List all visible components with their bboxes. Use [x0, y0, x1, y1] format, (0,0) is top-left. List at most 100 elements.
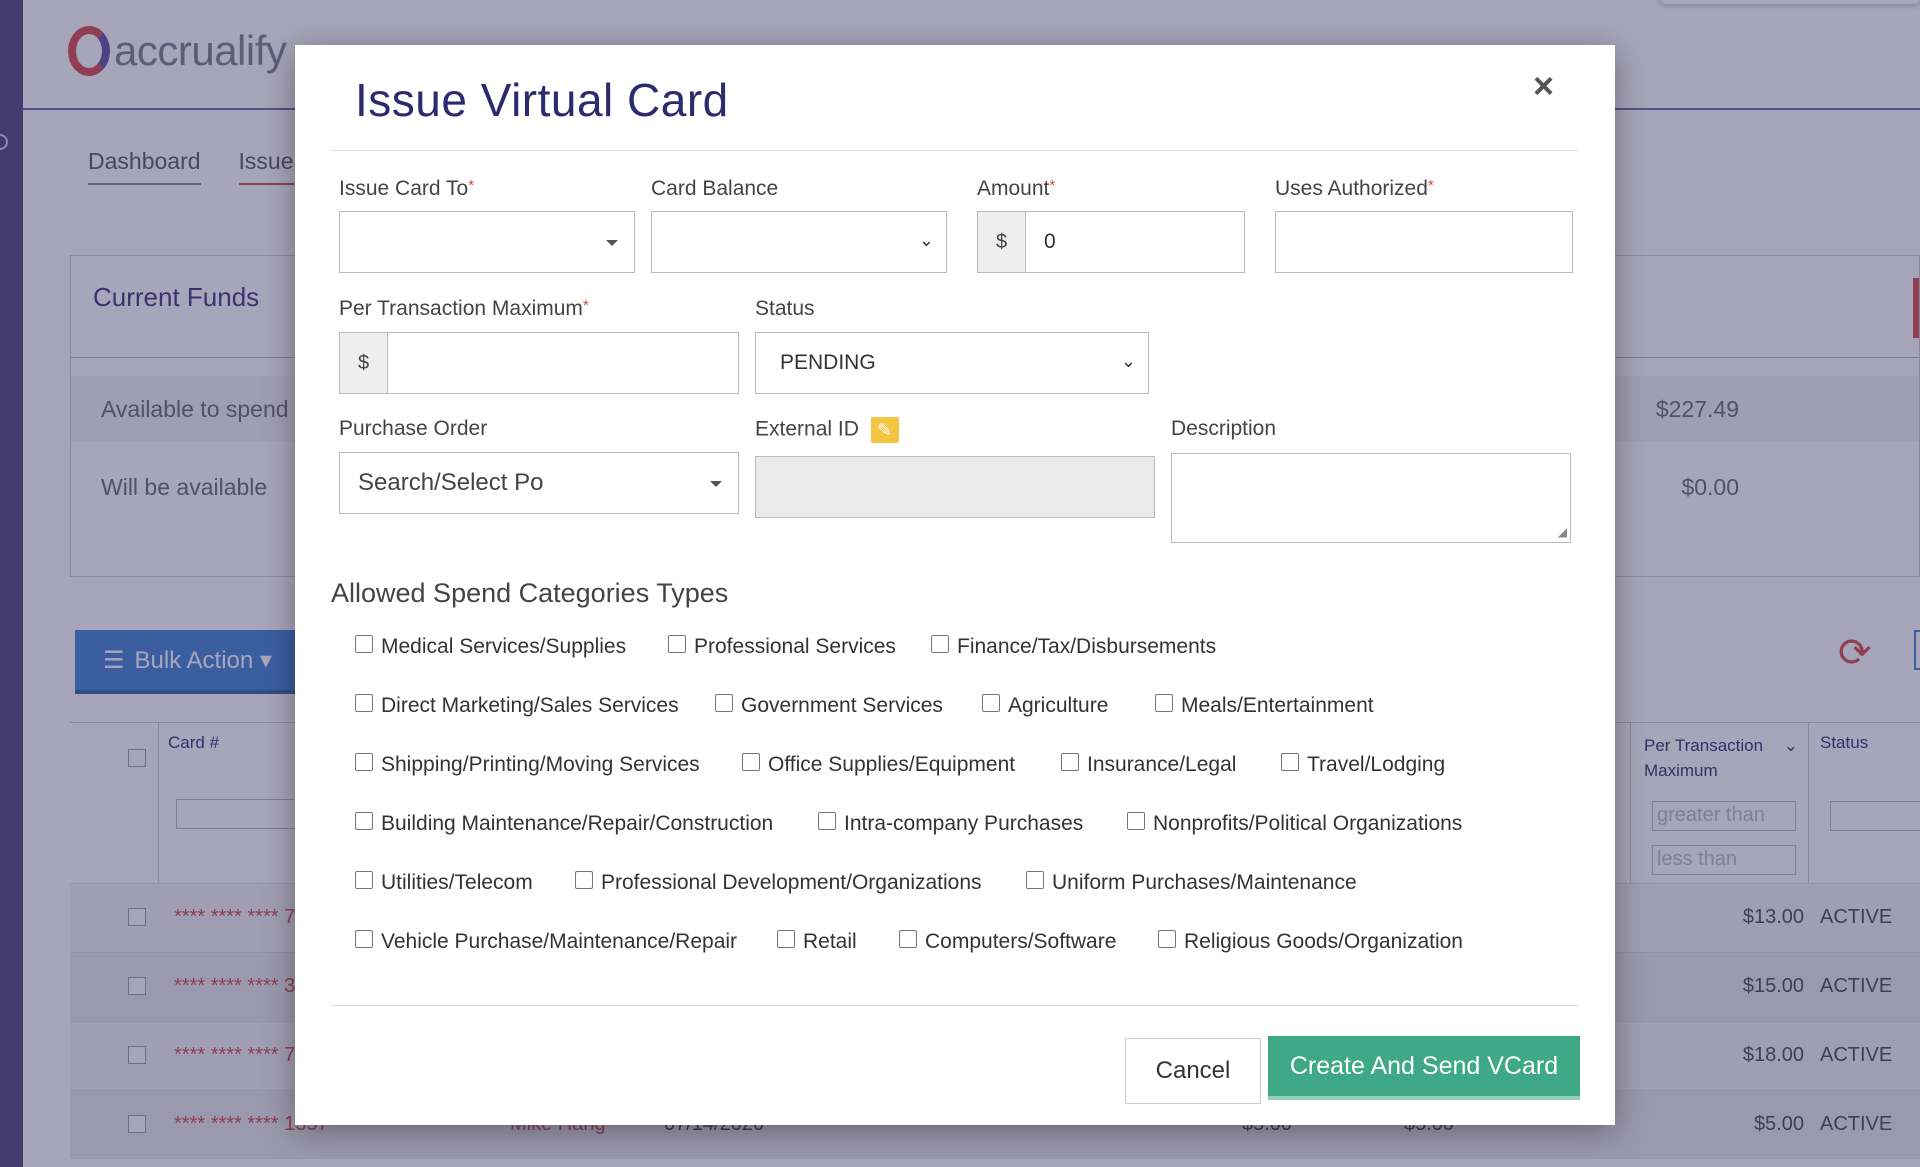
- category-label: Utilities/Telecom: [381, 871, 533, 894]
- checkbox[interactable]: [355, 753, 373, 771]
- categories-title: Allowed Spend Categories Types: [331, 578, 729, 608]
- category-direct-marketing[interactable]: Direct Marketing/Sales Services: [355, 694, 679, 718]
- checkbox[interactable]: [899, 930, 917, 948]
- description-label: Description: [1171, 417, 1277, 440]
- category-nonprofits[interactable]: Nonprofits/Political Organizations: [1127, 812, 1462, 836]
- category-meals[interactable]: Meals/Entertainment: [1155, 694, 1374, 718]
- purchase-order-placeholder: Search/Select Po: [358, 469, 544, 496]
- label-text: Uses Authorized: [1275, 177, 1428, 200]
- label-text: Issue Card To: [339, 177, 469, 200]
- checkbox[interactable]: [931, 635, 949, 653]
- resize-handle-icon[interactable]: ◢: [1558, 525, 1567, 539]
- category-religious[interactable]: Religious Goods/Organization: [1158, 930, 1463, 954]
- category-label: Computers/Software: [925, 930, 1117, 953]
- checkbox[interactable]: [355, 694, 373, 712]
- category-label: Office Supplies/Equipment: [768, 753, 1016, 776]
- checkbox[interactable]: [355, 930, 373, 948]
- category-label: Meals/Entertainment: [1181, 694, 1374, 717]
- category-label: Intra-company Purchases: [844, 812, 1084, 835]
- checkbox[interactable]: [982, 694, 1000, 712]
- uses-authorized-label: Uses Authorized*: [1275, 177, 1434, 201]
- category-label: Direct Marketing/Sales Services: [381, 694, 679, 717]
- checkbox[interactable]: [818, 812, 836, 830]
- category-professional-development[interactable]: Professional Development/Organizations: [575, 871, 982, 895]
- uses-authorized-input[interactable]: [1275, 211, 1573, 273]
- amount-input[interactable]: 0: [1026, 230, 1056, 254]
- close-icon[interactable]: ×: [1533, 65, 1554, 107]
- checkbox[interactable]: [575, 871, 593, 889]
- category-vehicle[interactable]: Vehicle Purchase/Maintenance/Repair: [355, 930, 737, 954]
- category-label: Medical Services/Supplies: [381, 635, 627, 658]
- category-office-supplies[interactable]: Office Supplies/Equipment: [742, 753, 1015, 777]
- divider: [331, 1005, 1579, 1006]
- card-balance-select[interactable]: ⌄: [651, 211, 947, 273]
- category-computers[interactable]: Computers/Software: [899, 930, 1116, 954]
- purchase-order-select[interactable]: Search/Select Po: [339, 452, 739, 514]
- required-marker: *: [582, 297, 589, 314]
- amount-label: Amount*: [977, 177, 1055, 201]
- category-label: Professional Development/Organizations: [601, 871, 982, 894]
- category-finance[interactable]: Finance/Tax/Disbursements: [931, 635, 1216, 659]
- required-marker: *: [1427, 177, 1434, 194]
- category-government[interactable]: Government Services: [715, 694, 943, 718]
- checkbox[interactable]: [1158, 930, 1176, 948]
- category-label: Religious Goods/Organization: [1184, 930, 1463, 953]
- category-building-maintenance[interactable]: Building Maintenance/Repair/Construction: [355, 812, 773, 836]
- checkbox[interactable]: [1281, 753, 1299, 771]
- checkbox[interactable]: [355, 635, 373, 653]
- purchase-order-label: Purchase Order: [339, 417, 488, 440]
- category-label: Agriculture: [1008, 694, 1109, 717]
- label-text: External ID: [755, 417, 859, 441]
- description-textarea[interactable]: ◢: [1171, 453, 1571, 543]
- issue-virtual-card-modal: Issue Virtual Card × Issue Card To* Card…: [295, 45, 1615, 1125]
- category-retail[interactable]: Retail: [777, 930, 857, 954]
- issue-card-to-label: Issue Card To*: [339, 177, 474, 201]
- category-label: Retail: [803, 930, 857, 953]
- checkbox[interactable]: [1155, 694, 1173, 712]
- category-label: Professional Services: [694, 635, 896, 658]
- category-medical[interactable]: Medical Services/Supplies: [355, 635, 626, 659]
- category-label: Government Services: [741, 694, 943, 717]
- checkbox[interactable]: [668, 635, 686, 653]
- external-id-label: External ID ✎: [755, 417, 899, 443]
- chevron-down-icon: ⌄: [1120, 351, 1136, 371]
- required-marker: *: [1049, 177, 1056, 194]
- issue-card-to-select[interactable]: [339, 211, 635, 273]
- cancel-button[interactable]: Cancel: [1125, 1038, 1261, 1104]
- category-label: Uniform Purchases/Maintenance: [1052, 871, 1357, 894]
- category-travel[interactable]: Travel/Lodging: [1281, 753, 1445, 777]
- checkbox[interactable]: [742, 753, 760, 771]
- create-and-send-vcard-button[interactable]: Create And Send VCard: [1268, 1036, 1580, 1100]
- edit-icon[interactable]: ✎: [870, 417, 899, 443]
- status-label: Status: [755, 297, 815, 320]
- category-utilities[interactable]: Utilities/Telecom: [355, 871, 533, 895]
- category-label: Building Maintenance/Repair/Construction: [381, 812, 774, 835]
- caret-down-icon: [710, 481, 722, 487]
- status-select[interactable]: PENDING ⌄: [755, 332, 1149, 394]
- checkbox[interactable]: [355, 812, 373, 830]
- category-label: Vehicle Purchase/Maintenance/Repair: [381, 930, 738, 953]
- category-label: Nonprofits/Political Organizations: [1153, 812, 1463, 835]
- category-uniform[interactable]: Uniform Purchases/Maintenance: [1026, 871, 1357, 895]
- chevron-down-icon: ⌄: [918, 230, 934, 250]
- checkbox[interactable]: [1127, 812, 1145, 830]
- dollar-addon: $: [978, 212, 1026, 272]
- checkbox[interactable]: [1061, 753, 1079, 771]
- dollar-addon: $: [340, 333, 388, 393]
- label-text: Per Transaction Maximum: [339, 297, 583, 320]
- per-transaction-max-label: Per Transaction Maximum*: [339, 297, 589, 321]
- amount-input-group: $ 0: [977, 211, 1245, 273]
- category-insurance[interactable]: Insurance/Legal: [1061, 753, 1236, 777]
- checkbox[interactable]: [777, 930, 795, 948]
- category-label: Finance/Tax/Disbursements: [957, 635, 1217, 658]
- checkbox[interactable]: [1026, 871, 1044, 889]
- category-professional-services[interactable]: Professional Services: [668, 635, 896, 659]
- checkbox[interactable]: [715, 694, 733, 712]
- required-marker: *: [468, 177, 475, 194]
- category-intra-company[interactable]: Intra-company Purchases: [818, 812, 1083, 836]
- category-shipping[interactable]: Shipping/Printing/Moving Services: [355, 753, 700, 777]
- checkbox[interactable]: [355, 871, 373, 889]
- divider: [331, 150, 1579, 151]
- category-agriculture[interactable]: Agriculture: [982, 694, 1108, 718]
- modal-title: Issue Virtual Card: [355, 74, 729, 126]
